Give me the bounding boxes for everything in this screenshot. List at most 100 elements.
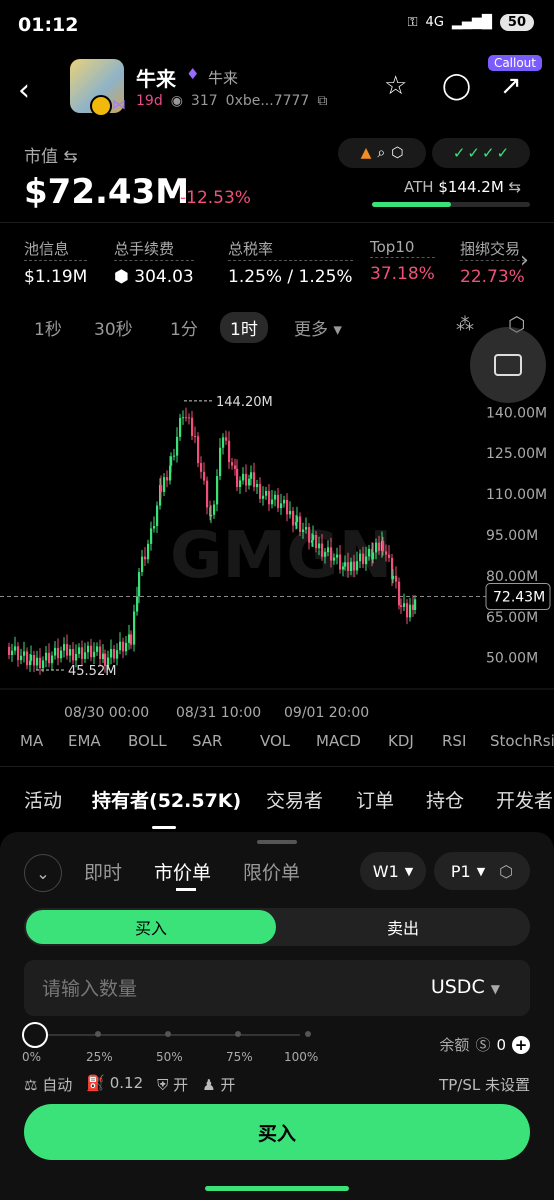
drag-handle[interactable]: [257, 840, 297, 844]
candle-body: [256, 484, 259, 488]
ind-macd[interactable]: MACD: [316, 732, 361, 750]
fuel-icon: ⛽: [86, 1074, 105, 1092]
tab-orders[interactable]: 订单: [356, 786, 394, 813]
sell-tab[interactable]: 卖出: [278, 910, 528, 944]
ind-rsi[interactable]: RSI: [442, 732, 466, 750]
candle-body: [318, 543, 321, 549]
pct-label: 0%: [22, 1050, 42, 1064]
signal-icon: ▂▄▆█: [451, 15, 492, 30]
candle-body: [75, 653, 78, 661]
buy-tab[interactable]: 买入: [26, 910, 276, 944]
candle-body: [81, 647, 84, 659]
share-icon[interactable]: ↗: [500, 71, 522, 101]
currency-select[interactable]: USDC ▼: [431, 976, 500, 998]
tf-1s[interactable]: 1秒: [24, 312, 72, 343]
audit-checks[interactable]: ✓ ✓ ✓ ✓: [432, 138, 530, 168]
candle-body: [72, 649, 75, 661]
candle-body: [382, 541, 385, 552]
candle-body: [110, 649, 113, 658]
swap-icon[interactable]: ⇆: [63, 147, 77, 167]
collapse-button[interactable]: ⌄: [24, 854, 62, 892]
tab-indicator: [152, 826, 176, 829]
caret-icon: ▼: [476, 864, 486, 878]
mev-protect[interactable]: ⛨ 开: [157, 1074, 188, 1095]
tpsl-setting[interactable]: TP/SL 未设置: [439, 1074, 530, 1095]
stat-top10[interactable]: Top10 37.18%: [370, 238, 435, 284]
stat-pool[interactable]: 池信息 $1.19M: [24, 238, 88, 287]
candle-body: [42, 660, 45, 669]
tf-30s[interactable]: 30秒: [84, 312, 143, 343]
candle-body: [122, 641, 125, 652]
slider-stop[interactable]: [165, 1031, 171, 1037]
candle-body: [315, 535, 318, 549]
ind-stochrsi[interactable]: StochRsi: [490, 732, 554, 750]
tf-more[interactable]: 更多 ▾: [284, 312, 352, 343]
bubble-icon[interactable]: ⁂: [456, 314, 474, 335]
wallet-button[interactable]: [470, 327, 546, 403]
gear-icon[interactable]: ⬡: [499, 862, 513, 881]
security-icons[interactable]: ▲ ⌕ ⬡: [338, 138, 426, 168]
stat-bundle[interactable]: 捆绑交易 22.73%: [460, 238, 525, 287]
check-icon: ✓: [452, 144, 466, 162]
candle-body: [93, 651, 96, 658]
tab-positions[interactable]: 持仓: [426, 786, 464, 813]
tab-dev[interactable]: 开发者: [496, 786, 553, 813]
gas-fee[interactable]: ⛽ 0.12: [86, 1074, 143, 1095]
star-icon[interactable]: ☆: [384, 71, 407, 101]
candle-body: [392, 575, 395, 580]
preset-select[interactable]: P1 ▼ ⬡: [434, 852, 530, 890]
candle-body: [30, 655, 33, 661]
order-type-instant[interactable]: 即时: [84, 858, 122, 885]
time-axis-label: 08/31 10:00: [176, 705, 261, 720]
ind-boll[interactable]: BOLL: [128, 732, 167, 750]
candle-body: [395, 575, 398, 582]
pct-label: 75%: [226, 1050, 253, 1064]
tf-1m[interactable]: 1分: [160, 312, 208, 343]
tab-holders[interactable]: 持有者(52.57K): [92, 786, 241, 813]
callout-badge[interactable]: Callout: [487, 55, 542, 71]
token-header: ‹ ⋈ 牛来 ♦ 牛来 19d ◉ 317 0xbe...7777 ⧉ ☆ ◯ …: [0, 55, 554, 125]
tab-activity[interactable]: 活动: [24, 786, 62, 813]
candle-body: [234, 465, 237, 469]
ind-vol[interactable]: VOL: [260, 732, 290, 750]
stat-tax[interactable]: 总税率 1.25% / 1.25%: [228, 238, 353, 287]
candle-body: [321, 543, 324, 557]
wallet-select[interactable]: W1 ▼: [360, 852, 426, 890]
ind-sar[interactable]: SAR: [192, 732, 222, 750]
ath-progress: [372, 202, 530, 207]
candle-body: [144, 556, 147, 560]
candle-body: [197, 436, 200, 464]
candle-body: [333, 557, 336, 561]
auto-slippage[interactable]: ⚖ 自动: [24, 1074, 72, 1095]
ind-kdj[interactable]: KDJ: [388, 732, 414, 750]
anti-sandwich[interactable]: ♟ 开: [202, 1074, 235, 1095]
tf-1h[interactable]: 1时: [220, 312, 268, 343]
mcap-label[interactable]: 市值 ⇆: [24, 142, 78, 167]
tab-traders[interactable]: 交易者: [266, 786, 323, 813]
slider-knob[interactable]: [22, 1022, 48, 1048]
amount-input[interactable]: [40, 974, 424, 1004]
slider-stop[interactable]: [235, 1031, 241, 1037]
candle-body: [14, 646, 17, 651]
candle-body: [280, 503, 283, 509]
stat-fees[interactable]: 总手续费 ⬢ 304.03: [114, 238, 194, 287]
bell-icon[interactable]: ◯: [442, 71, 471, 101]
price-chart[interactable]: GMGN 140.00M 125.00M 110.00M 95.00M 80.00M 65.…: [0, 345, 554, 720]
slider-stop[interactable]: [305, 1031, 311, 1037]
order-type-market[interactable]: 市价单: [154, 858, 211, 885]
slider-stop[interactable]: [95, 1031, 101, 1037]
order-type-limit[interactable]: 限价单: [243, 858, 300, 885]
back-button[interactable]: ‹: [18, 73, 30, 108]
add-funds-button[interactable]: +: [512, 1035, 530, 1054]
candle-body: [375, 542, 378, 553]
buy-button[interactable]: 买入: [24, 1104, 530, 1160]
copy-icon[interactable]: ⧉: [317, 93, 327, 109]
candle-body: [353, 561, 356, 571]
candle-body: [305, 527, 308, 530]
chevron-right-icon[interactable]: ›: [520, 248, 529, 273]
ind-ema[interactable]: EMA: [68, 732, 101, 750]
balance: 余额 Ⓢ 0 +: [439, 1034, 530, 1055]
ind-ma[interactable]: MA: [20, 732, 43, 750]
candle-body: [225, 437, 228, 441]
candle-body: [182, 417, 185, 419]
